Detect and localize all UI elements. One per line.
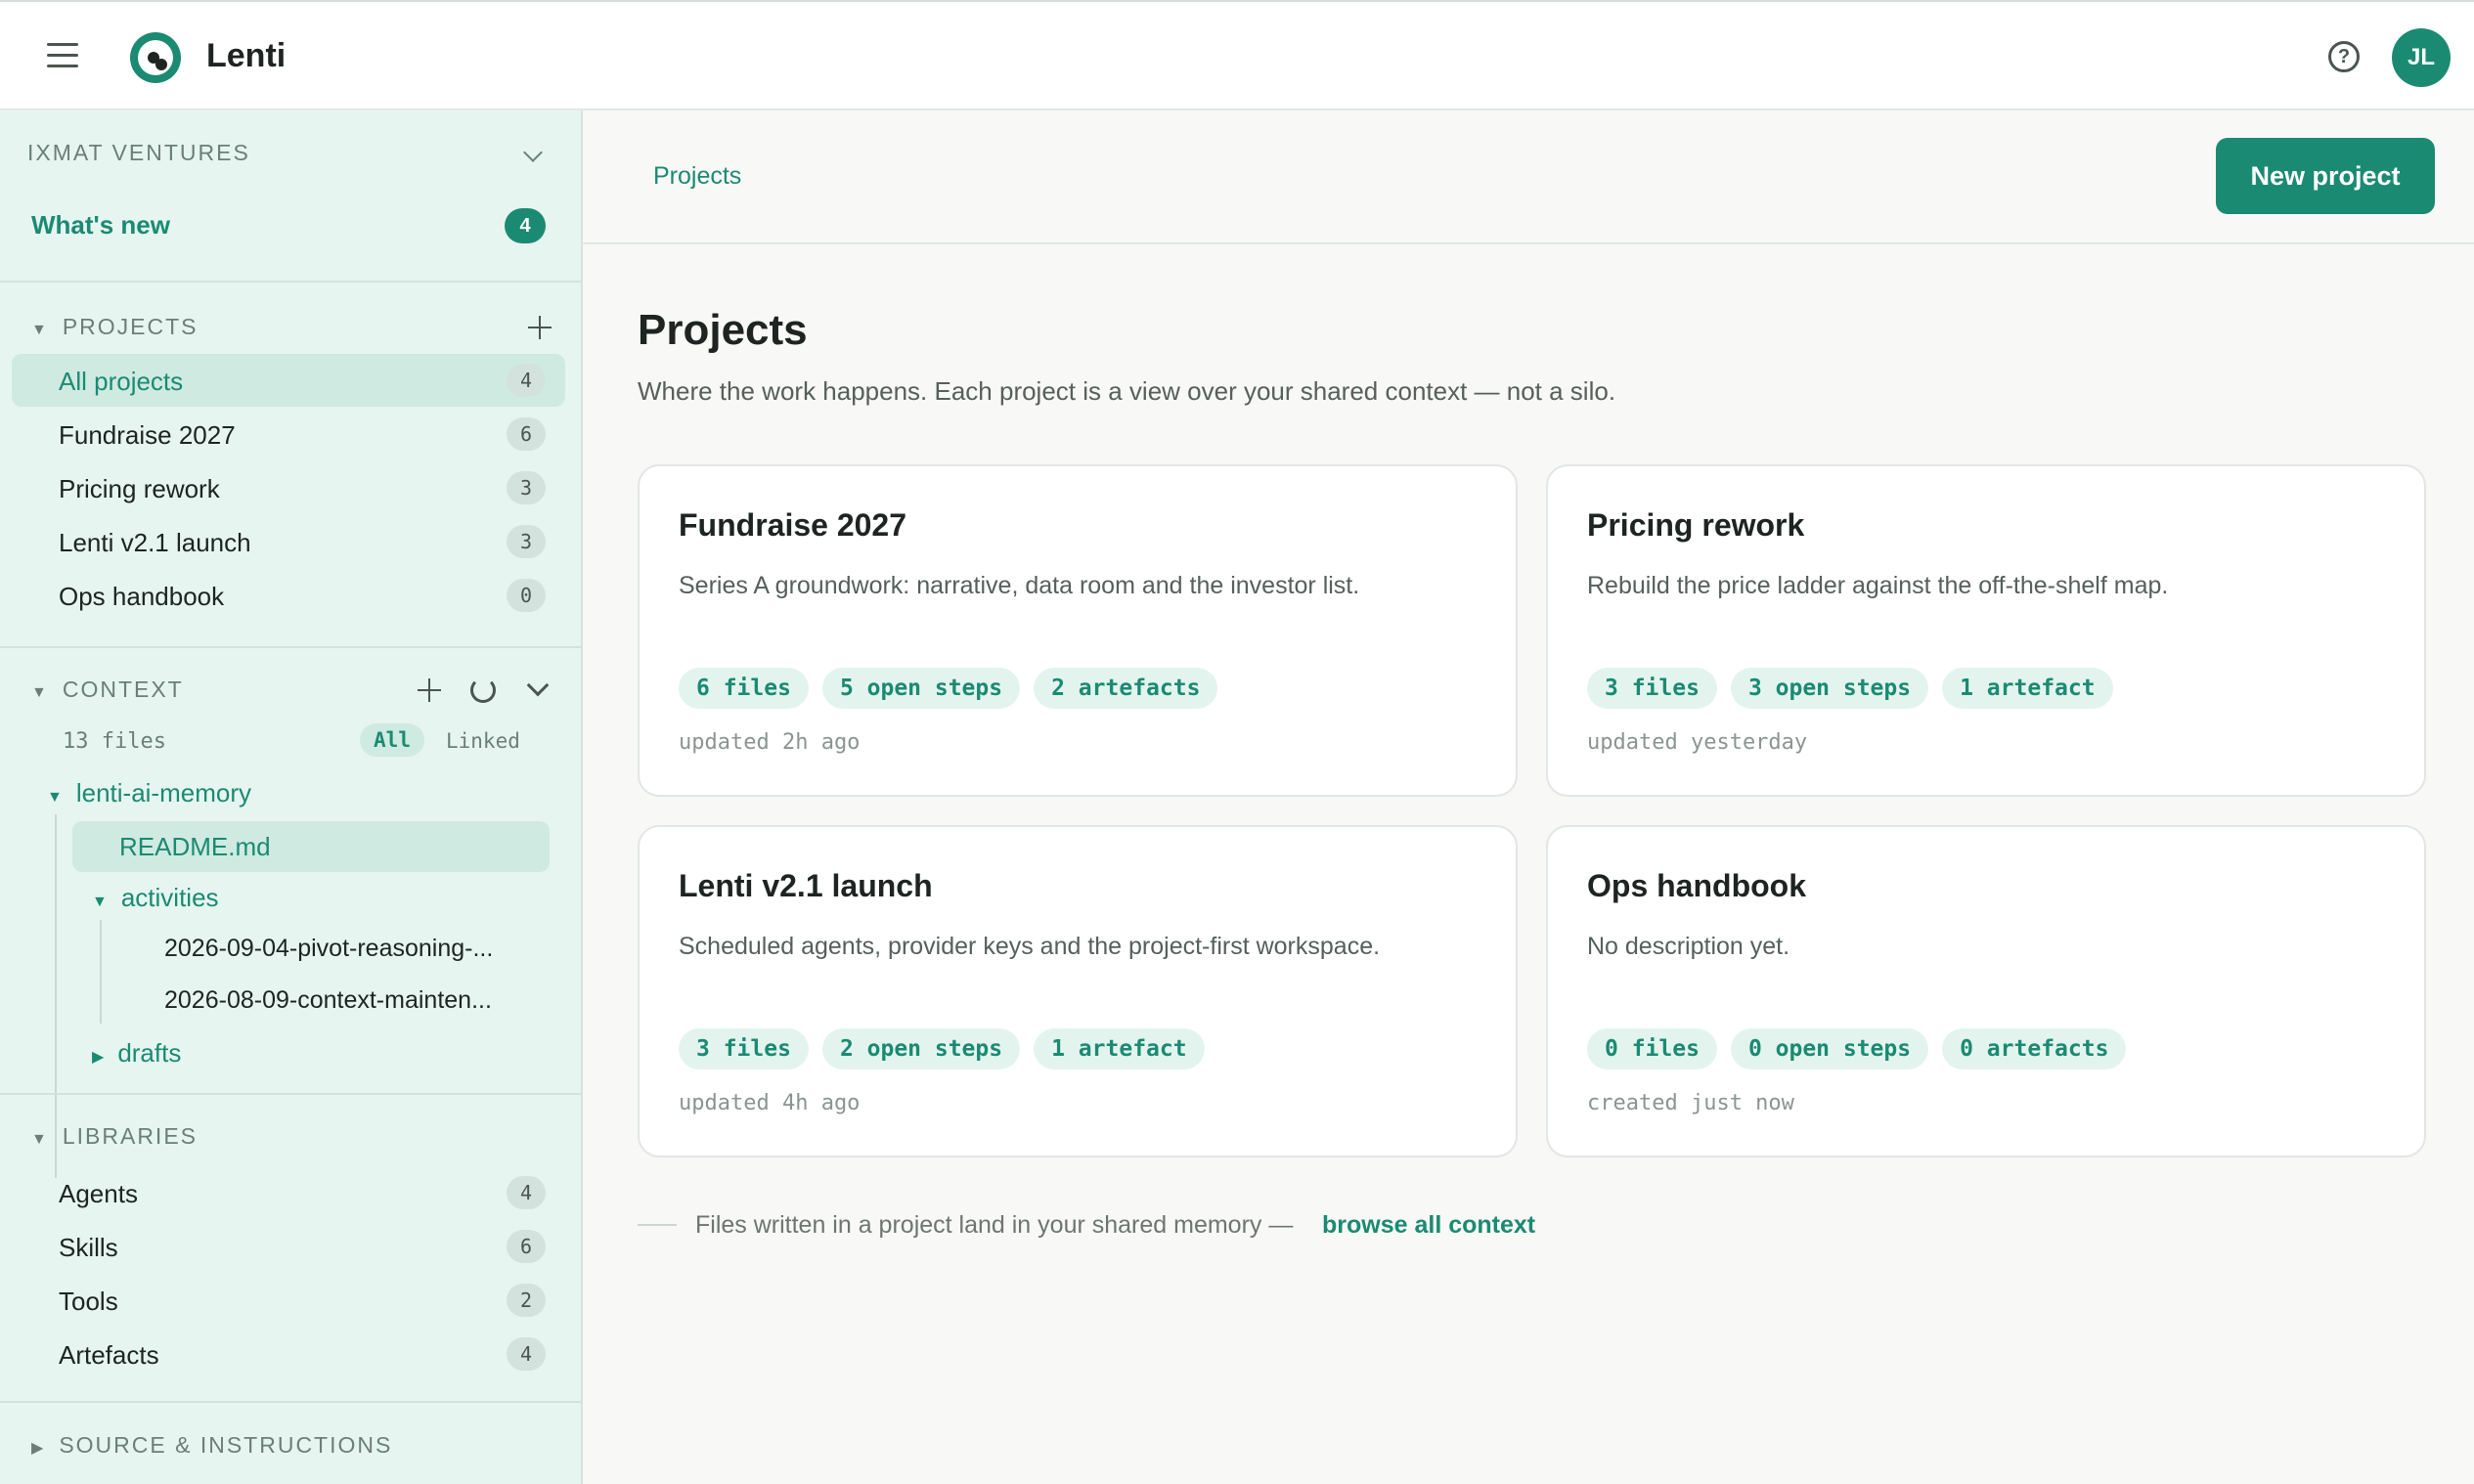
collapse-icon: ▼ <box>31 1131 49 1148</box>
project-card-lenti-launch[interactable]: Lenti v2.1 launch Scheduled agents, prov… <box>638 825 1518 1157</box>
sidebar-item-tools[interactable]: Tools 2 <box>12 1274 565 1327</box>
browse-context-link[interactable]: browse all context <box>1322 1211 1535 1240</box>
app-title: Lenti <box>206 37 287 74</box>
card-description: Series A groundwork: narrative, data roo… <box>679 572 1360 599</box>
sidebar-item-fundraise-2027[interactable]: Fundraise 2027 6 <box>12 408 565 460</box>
tag-artefacts: 2 artefacts <box>1034 668 1218 709</box>
sidebar-item-pricing-rework[interactable]: Pricing rework 3 <box>12 461 565 514</box>
menu-icon[interactable] <box>47 43 78 68</box>
tag-open-steps: 3 open steps <box>1730 668 1929 709</box>
collapse-icon: ▼ <box>47 789 63 806</box>
tree-file-activity-2[interactable]: 2026-08-09-context-mainten... <box>164 986 492 1015</box>
sidebar-item-skills[interactable]: Skills 6 <box>12 1220 565 1273</box>
tag-artefacts: 1 artefact <box>1034 1028 1205 1069</box>
tree-file-readme[interactable]: README.md <box>72 821 550 872</box>
collapse-icon: ▼ <box>31 322 49 338</box>
tree-guide <box>100 920 102 1024</box>
sidebar-item-lenti-launch[interactable]: Lenti v2.1 launch 3 <box>12 515 565 568</box>
footer-divider <box>638 1224 677 1226</box>
tag-artefacts: 0 artefacts <box>1942 1028 2127 1069</box>
card-title: Ops handbook <box>1587 868 1806 903</box>
add-project-icon[interactable] <box>528 316 552 339</box>
collapse-icon: ▼ <box>31 684 49 701</box>
tag-open-steps: 5 open steps <box>821 668 1021 709</box>
card-title: Pricing rework <box>1587 507 1805 543</box>
lenti-logo-icon <box>130 32 181 83</box>
user-avatar[interactable]: JL <box>2392 28 2451 87</box>
whats-new-badge: 4 <box>505 208 546 243</box>
main-content: Projects New project Projects Where the … <box>583 110 2474 1484</box>
tag-files: 3 files <box>679 1028 809 1069</box>
card-title: Fundraise 2027 <box>679 507 906 543</box>
card-meta: updated 4h ago <box>679 1091 861 1115</box>
whats-new-link[interactable]: What's new <box>31 210 170 240</box>
tag-artefacts: 1 artefact <box>1942 668 2113 709</box>
divider <box>0 1093 581 1095</box>
source-heading[interactable]: ▶ SOURCE & INSTRUCTIONS <box>31 1432 392 1459</box>
projects-heading[interactable]: ▼ PROJECTS <box>31 314 199 340</box>
sidebar: IXMAT VENTURES What's new 4 ▼ PROJECTS Al… <box>0 110 583 1484</box>
tag-files: 6 files <box>679 668 809 709</box>
footer-text: Files written in a project land in your … <box>695 1211 1294 1239</box>
add-context-icon[interactable] <box>418 678 441 702</box>
sidebar-item-all-projects[interactable]: All projects 4 <box>12 354 565 407</box>
card-meta: created just now <box>1587 1091 1794 1115</box>
divider <box>0 646 581 648</box>
tag-files: 0 files <box>1587 1028 1717 1069</box>
divider <box>0 1401 581 1403</box>
collapse-icon: ▼ <box>92 894 108 910</box>
sidebar-item-artefacts[interactable]: Artefacts 4 <box>12 1328 565 1380</box>
tag-files: 3 files <box>1587 668 1717 709</box>
project-card-pricing[interactable]: Pricing rework Rebuild the price ladder … <box>1546 464 2426 797</box>
card-meta: updated 2h ago <box>679 730 861 755</box>
libraries-heading[interactable]: ▼ LIBRARIES <box>31 1123 198 1150</box>
page-title: Projects <box>638 306 808 354</box>
expand-icon: ▶ <box>31 1440 46 1457</box>
project-card-fundraise[interactable]: Fundraise 2027 Series A groundwork: narr… <box>638 464 1518 797</box>
top-bar: Lenti ? JL <box>0 0 2474 110</box>
help-icon[interactable]: ? <box>2328 41 2360 72</box>
tree-folder-activities[interactable]: ▼ activities <box>92 883 219 913</box>
card-meta: updated yesterday <box>1587 730 1808 755</box>
breadcrumb-bar: Projects New project <box>583 110 2474 244</box>
tree-folder-root[interactable]: ▼ lenti-ai-memory <box>47 778 251 808</box>
refresh-icon[interactable] <box>470 677 496 703</box>
page-subtitle: Where the work happens. Each project is … <box>638 376 1616 406</box>
card-description: Scheduled agents, provider keys and the … <box>679 933 1381 960</box>
divider <box>0 281 581 283</box>
tag-open-steps: 2 open steps <box>821 1028 1021 1069</box>
org-name[interactable]: IXMAT VENTURES <box>27 140 250 166</box>
tree-file-activity-1[interactable]: 2026-09-04-pivot-reasoning-... <box>164 935 493 963</box>
sidebar-item-ops-handbook[interactable]: Ops handbook 0 <box>12 569 565 622</box>
new-project-button[interactable]: New project <box>2216 138 2435 214</box>
context-heading[interactable]: ▼ CONTEXT <box>31 677 184 703</box>
tree-folder-drafts[interactable]: ▶ drafts <box>92 1038 181 1069</box>
chevron-down-icon[interactable] <box>523 143 543 162</box>
chevron-down-icon[interactable] <box>526 674 550 697</box>
card-description: No description yet. <box>1587 933 1790 960</box>
card-description: Rebuild the price ladder against the off… <box>1587 572 2169 599</box>
breadcrumb[interactable]: Projects <box>653 162 741 191</box>
filter-linked-button[interactable]: Linked <box>446 729 520 753</box>
filter-all-button[interactable]: All <box>360 723 424 757</box>
tag-open-steps: 0 open steps <box>1730 1028 1929 1069</box>
card-title: Lenti v2.1 launch <box>679 868 933 903</box>
file-count: 13 files <box>63 729 166 754</box>
project-card-ops-handbook[interactable]: Ops handbook No description yet. 0 files… <box>1546 825 2426 1157</box>
expand-icon: ▶ <box>92 1049 105 1066</box>
sidebar-item-agents[interactable]: Agents 4 <box>12 1166 565 1219</box>
